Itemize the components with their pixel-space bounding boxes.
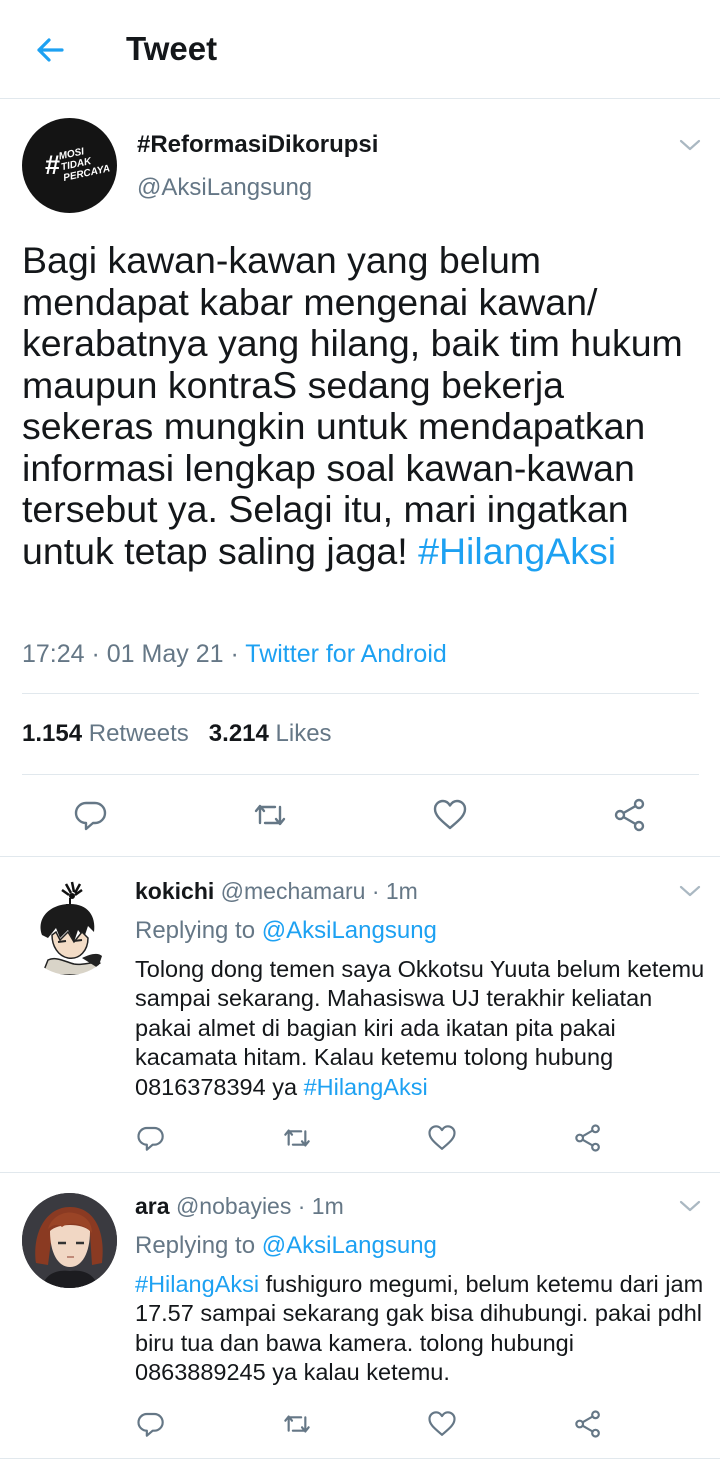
tweet-meta: 17:24 · 01 May 21 · Twitter for Android — [22, 640, 447, 669]
meta-separator: · — [84, 640, 107, 668]
heart-icon[interactable] — [432, 797, 468, 833]
replying-to: Replying to @AksiLangsung — [135, 917, 437, 945]
reply-author-name[interactable]: ara — [135, 1193, 170, 1219]
avatar[interactable] — [22, 880, 117, 975]
retweet-icon[interactable] — [282, 1123, 312, 1153]
chevron-down-icon[interactable] — [678, 883, 702, 899]
reply-text: #HilangAksi fushiguro megumi, belum kete… — [135, 1270, 705, 1388]
likes-count: 3.214 — [208, 720, 269, 747]
tweet-body: Bagi kawan-kawan yang belum mendapat kab… — [22, 239, 683, 572]
reply-icon[interactable] — [136, 1123, 166, 1153]
divider — [0, 1172, 720, 1173]
retweets-label: Retweets — [88, 720, 189, 747]
tweet-text: Bagi kawan-kawan yang belum mendapat kab… — [22, 239, 702, 572]
avatar-illustration — [22, 880, 117, 975]
replying-to-link[interactable]: @AksiLangsung — [262, 1232, 437, 1259]
tweet-source-link[interactable]: Twitter for Android — [245, 640, 446, 668]
chevron-down-icon[interactable] — [678, 1198, 702, 1214]
author-name[interactable]: #ReformasiDikorupsi — [137, 131, 378, 159]
tweet-stats: 1.154 Retweets 3.214 Likes — [22, 720, 332, 748]
hashtag-link[interactable]: #HilangAksi — [135, 1271, 259, 1297]
hashtag-link[interactable]: #HilangAksi — [304, 1074, 428, 1100]
share-icon[interactable] — [573, 1409, 603, 1439]
avatar[interactable]: # MOSI TIDAK PERCAYA — [22, 118, 117, 213]
likes-label: Likes — [275, 720, 332, 747]
reply-time: · 1m — [371, 878, 418, 904]
retweets-stat[interactable]: 1.154 Retweets — [22, 720, 189, 747]
share-icon[interactable] — [573, 1123, 603, 1153]
reply-text: Tolong dong temen saya Okkotsu Yuuta bel… — [135, 955, 705, 1102]
reply-icon[interactable] — [136, 1409, 166, 1439]
author-handle[interactable]: @AksiLangsung — [137, 174, 312, 202]
avatar[interactable] — [22, 1193, 117, 1288]
tweet-time: 17:24 — [22, 640, 85, 668]
chevron-down-icon[interactable] — [678, 137, 702, 153]
page-title: Tweet — [126, 30, 218, 67]
replying-to: Replying to @AksiLangsung — [135, 1232, 437, 1260]
reply-header: ara @nobayies · 1m — [135, 1193, 344, 1220]
reply-header: kokichi @mechamaru · 1m — [135, 878, 418, 905]
hashtag-link[interactable]: #HilangAksi — [418, 530, 616, 572]
divider — [22, 774, 699, 775]
meta-separator: · — [223, 640, 246, 668]
divider — [0, 856, 720, 857]
avatar-illustration — [22, 1193, 117, 1288]
reply-icon[interactable] — [73, 797, 109, 833]
share-icon[interactable] — [612, 797, 648, 833]
divider — [0, 1458, 720, 1459]
replying-label: Replying to — [135, 917, 256, 944]
reply-author-handle[interactable]: @nobayies — [176, 1193, 291, 1219]
retweet-icon[interactable] — [282, 1409, 312, 1439]
reply-author-handle[interactable]: @mechamaru — [221, 878, 366, 904]
retweet-icon[interactable] — [252, 797, 288, 833]
arrow-left-icon[interactable] — [30, 30, 70, 70]
tweet-date: 01 May 21 — [106, 640, 224, 668]
retweets-count: 1.154 — [22, 720, 83, 747]
avatar-logo: # MOSI TIDAK PERCAYA — [45, 146, 111, 184]
reply-author-name[interactable]: kokichi — [135, 878, 214, 904]
top-bar: Tweet — [0, 0, 720, 99]
heart-icon[interactable] — [427, 1409, 457, 1439]
reply-time: · 1m — [297, 1193, 344, 1219]
divider — [22, 693, 699, 694]
likes-stat[interactable]: 3.214 Likes — [209, 720, 332, 747]
replying-to-link[interactable]: @AksiLangsung — [262, 917, 437, 944]
heart-icon[interactable] — [427, 1123, 457, 1153]
replying-label: Replying to — [135, 1232, 256, 1259]
